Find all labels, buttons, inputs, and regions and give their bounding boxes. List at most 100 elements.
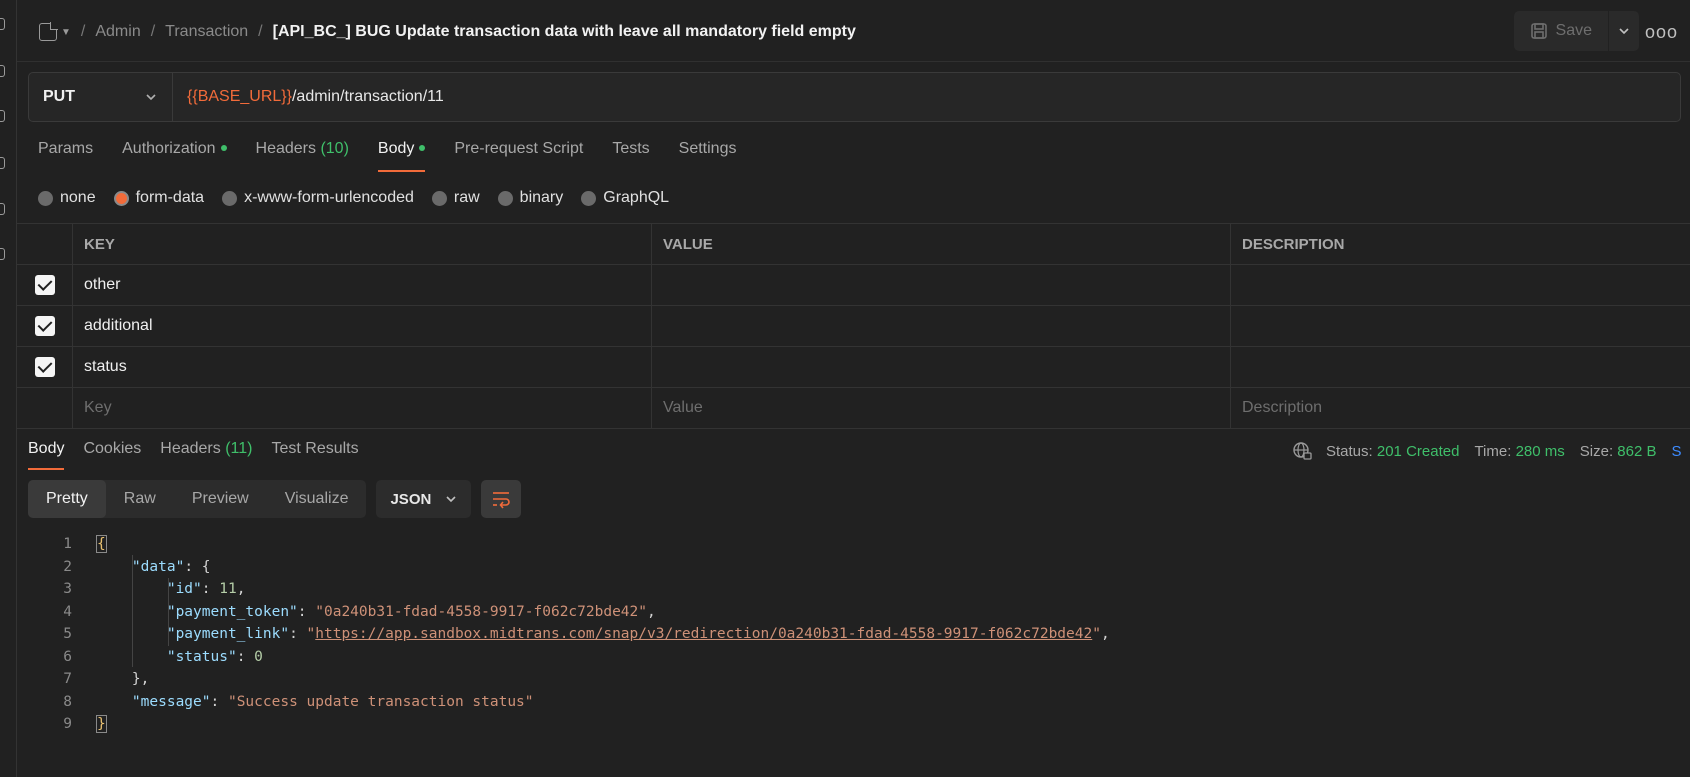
save-options-button[interactable] <box>1609 11 1639 51</box>
code-line: 1{ <box>63 535 107 554</box>
breadcrumb-separator: / <box>150 23 156 40</box>
value-cell[interactable] <box>652 306 1231 346</box>
value-cell[interactable] <box>652 347 1231 387</box>
key-cell[interactable]: additional <box>73 306 652 346</box>
status-dot <box>220 144 227 151</box>
sidebar-icon[interactable] <box>0 248 5 260</box>
radio-none[interactable]: none <box>38 189 96 207</box>
format-label: JSON <box>390 490 432 508</box>
breadcrumb-item[interactable]: Transaction <box>165 23 248 41</box>
wrap-lines-button[interactable] <box>481 480 522 518</box>
radio-form-data[interactable]: form-data <box>113 189 204 207</box>
key-cell[interactable]: other <box>73 265 652 305</box>
url-variable: {{BASE_URL}} <box>187 88 292 105</box>
save-button[interactable]: Save <box>1513 11 1609 51</box>
request-header: ▼ / Admin / Transaction / [API_BC_] BUG … <box>17 0 1690 62</box>
code-line: 9} <box>63 715 107 734</box>
radio-button[interactable] <box>581 190 597 206</box>
radio-graphql[interactable]: GraphQL <box>581 189 669 207</box>
breadcrumb-item[interactable]: Admin <box>95 23 140 41</box>
tab-prerequest-script[interactable]: Pre-request Script <box>454 140 583 172</box>
tab-response-headers[interactable]: Headers (11) <box>160 440 252 470</box>
body-type-selector: none form-data x-www-form-urlencoded raw… <box>38 188 687 208</box>
save-icon <box>1530 23 1547 39</box>
status-dot <box>419 144 426 151</box>
chevron-down-icon[interactable]: ▼ <box>61 27 71 38</box>
column-header-key: KEY <box>73 224 652 264</box>
url-bar: PUT {{BASE_URL}}/admin/transaction/11 <box>28 72 1681 122</box>
tab-cookies[interactable]: Cookies <box>83 440 141 470</box>
url-input[interactable]: {{BASE_URL}}/admin/transaction/11 <box>173 73 444 121</box>
size-label: Size: <box>1579 442 1614 460</box>
time-value[interactable]: 280 ms <box>1516 443 1565 460</box>
description-cell[interactable] <box>1231 347 1690 387</box>
more-options-icon[interactable]: ooo <box>1645 22 1678 43</box>
tab-body[interactable]: Body <box>377 140 426 172</box>
description-cell[interactable] <box>1231 306 1690 346</box>
breadcrumb-separator: / <box>258 23 263 40</box>
radio-button-selected[interactable] <box>113 190 129 206</box>
chevron-down-icon <box>446 496 457 503</box>
code-line: 6 "status": 0 <box>63 648 263 665</box>
tab-tests[interactable]: Tests <box>612 140 649 172</box>
radio-button[interactable] <box>497 190 513 206</box>
method-select[interactable]: PUT <box>29 73 173 121</box>
tab-test-results[interactable]: Test Results <box>271 440 358 470</box>
request-title[interactable]: [API_BC_] BUG Update transaction data wi… <box>273 23 856 41</box>
code-line: 4 "payment_token": "0a240b31-fdad-4558-9… <box>63 603 656 620</box>
size-value[interactable]: 862 B <box>1617 443 1656 460</box>
response-tabs: Body Cookies Headers (11) Test Results <box>28 440 378 470</box>
sidebar-icon[interactable] <box>0 110 5 122</box>
breadcrumb-separator: / <box>80 23 86 40</box>
view-mode-selector: Pretty Raw Preview Visualize <box>28 480 367 518</box>
request-icon[interactable] <box>39 22 58 41</box>
sidebar-icon[interactable] <box>0 18 5 30</box>
tab-authorization[interactable]: Authorization <box>122 140 227 172</box>
view-pretty-button[interactable]: Pretty <box>28 480 106 518</box>
time-label: Time: <box>1474 442 1512 460</box>
value-cell[interactable] <box>652 265 1231 305</box>
code-line: 5 "payment_link": "https://app.sandbox.m… <box>63 626 1110 643</box>
view-visualize-button[interactable]: Visualize <box>267 480 367 518</box>
table-row: other <box>17 265 1690 306</box>
globe-lock-icon[interactable] <box>1292 441 1312 461</box>
row-checkbox[interactable] <box>34 357 55 377</box>
status-value[interactable]: 201 Created <box>1377 443 1460 460</box>
view-raw-button[interactable]: Raw <box>106 480 174 518</box>
description-input[interactable]: Description <box>1231 388 1690 428</box>
view-preview-button[interactable]: Preview <box>174 480 267 518</box>
sidebar-icon[interactable] <box>0 157 5 169</box>
radio-button[interactable] <box>222 190 238 206</box>
status-label: Status: <box>1326 442 1373 460</box>
format-select[interactable]: JSON <box>376 480 472 518</box>
header-check-cell <box>17 224 73 264</box>
key-cell[interactable]: status <box>73 347 652 387</box>
radio-button[interactable] <box>431 190 447 206</box>
tab-settings[interactable]: Settings <box>679 140 737 172</box>
column-header-value: VALUE <box>652 224 1231 264</box>
method-label: PUT <box>43 88 75 105</box>
row-check-cell <box>17 306 73 346</box>
response-body-code[interactable]: 1{ 2 "data": { 3 "id": 11, 4 "payment_to… <box>28 533 1110 736</box>
breadcrumb: ▼ / Admin / Transaction / [API_BC_] BUG … <box>39 20 856 44</box>
tab-params[interactable]: Params <box>38 140 93 172</box>
key-input[interactable]: Key <box>73 388 652 428</box>
sidebar-icon[interactable] <box>0 65 5 77</box>
tab-headers[interactable]: Headers (10) <box>256 140 349 172</box>
save-response-button[interactable]: S <box>1672 443 1682 460</box>
description-cell[interactable] <box>1231 265 1690 305</box>
response-view-bar: Pretty Raw Preview Visualize JSON <box>28 480 522 518</box>
radio-binary[interactable]: binary <box>497 189 563 207</box>
chevron-down-icon <box>146 94 156 101</box>
row-check-cell <box>17 265 73 305</box>
code-line: 2 "data": { <box>63 558 211 575</box>
row-checkbox[interactable] <box>34 316 55 336</box>
payment-link[interactable]: https://app.sandbox.midtrans.com/snap/v3… <box>315 626 1092 642</box>
radio-button[interactable] <box>38 190 53 206</box>
tab-response-body[interactable]: Body <box>28 440 65 470</box>
sidebar-icon[interactable] <box>0 203 5 215</box>
radio-urlencoded[interactable]: x-www-form-urlencoded <box>222 189 414 207</box>
radio-raw[interactable]: raw <box>431 189 480 207</box>
value-input[interactable]: Value <box>652 388 1231 428</box>
row-checkbox[interactable] <box>34 275 55 295</box>
